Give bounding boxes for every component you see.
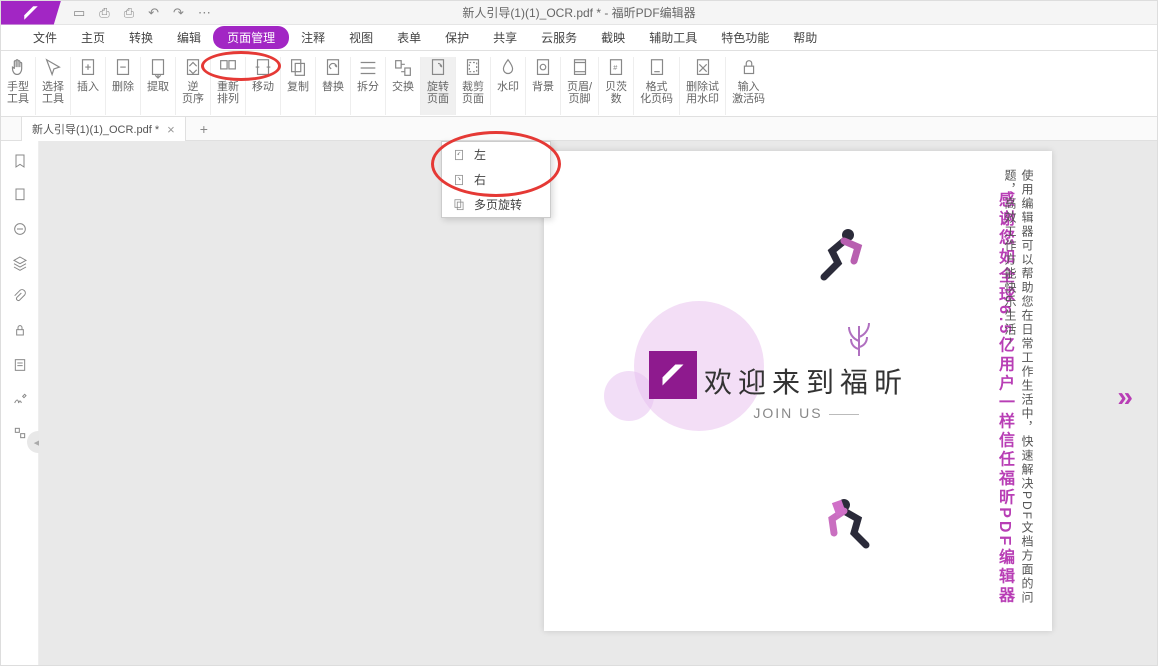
- tool-watermark[interactable]: 水印: [491, 57, 526, 115]
- decorative-circle: [604, 371, 654, 421]
- new-tab-button[interactable]: +: [200, 121, 208, 137]
- document-tabs: 新人引导(1)(1)_OCR.pdf * × +: [1, 117, 1157, 141]
- tool-reverse[interactable]: 逆 页序: [176, 57, 211, 115]
- tool-swap[interactable]: 交换: [386, 57, 421, 115]
- tool-remove-watermark[interactable]: 删除试 用水印: [680, 57, 726, 115]
- welcome-block: 欢迎来到福昕 JOIN US: [704, 361, 908, 421]
- rotate-multi-label: 多页旋转: [474, 196, 522, 213]
- rotate-dropdown: 左 右 多页旋转: [441, 141, 551, 218]
- sidebar: ◀: [1, 141, 39, 665]
- layers-icon[interactable]: [12, 255, 28, 271]
- sub-text: 使用编辑器可以帮助您在日常工作生活中，快速解决PDF文档方面的问题，高效工作方能…: [1002, 169, 1036, 631]
- menu-screenshot[interactable]: 截映: [589, 25, 637, 50]
- tool-select[interactable]: 选择 工具: [36, 57, 71, 115]
- tool-extract[interactable]: 提取: [141, 57, 176, 115]
- rotate-multi-item[interactable]: 多页旋转: [442, 192, 550, 217]
- quick-access-toolbar: ▭ ⎙ ⎙ ↶ ↷ ⋯: [61, 5, 223, 21]
- svg-text:#: #: [613, 63, 618, 72]
- app-logo: [1, 1, 61, 25]
- tool-insert[interactable]: 插入: [71, 57, 106, 115]
- join-us-text: JOIN US: [753, 405, 822, 421]
- menu-page-management[interactable]: 页面管理: [213, 26, 289, 49]
- decorative-line: [829, 414, 859, 415]
- open-icon[interactable]: ▭: [73, 5, 85, 21]
- next-page-button[interactable]: »: [1117, 381, 1127, 413]
- tool-replace[interactable]: 替换: [316, 57, 351, 115]
- menu-comment[interactable]: 注释: [289, 25, 337, 50]
- tool-background[interactable]: 背景: [526, 57, 561, 115]
- attachments-icon[interactable]: [12, 289, 28, 305]
- tool-move[interactable]: 移动: [246, 57, 281, 115]
- running-person-illustration: [804, 221, 874, 296]
- tool-bates[interactable]: #贝茨 数: [599, 57, 634, 115]
- tool-rotate[interactable]: 旋转 页面: [421, 57, 456, 115]
- menu-view[interactable]: 视图: [337, 25, 385, 50]
- more-icon[interactable]: ⋯: [198, 5, 211, 21]
- ribbon: 手型 工具 选择 工具 插入 删除 提取 逆 页序 重新 排列 移动 复制 替换…: [1, 51, 1157, 117]
- menu-form[interactable]: 表单: [385, 25, 433, 50]
- rotate-left-label: 左: [474, 146, 486, 163]
- menu-file[interactable]: 文件: [21, 25, 69, 50]
- menu-tools[interactable]: 辅助工具: [637, 25, 709, 50]
- menu-help[interactable]: 帮助: [781, 25, 829, 50]
- redo-icon[interactable]: ↷: [173, 5, 184, 21]
- menu-protect[interactable]: 保护: [433, 25, 481, 50]
- security-icon[interactable]: [12, 323, 28, 339]
- pages-icon[interactable]: [12, 187, 28, 203]
- canvas[interactable]: 欢迎来到福昕 JOIN US 感谢您如全球6.5亿用户一样信任福昕PDF编辑器 …: [39, 141, 1157, 665]
- print-icon[interactable]: ⎙: [124, 5, 134, 21]
- tool-duplicate[interactable]: 复制: [281, 57, 316, 115]
- menu-convert[interactable]: 转换: [117, 25, 165, 50]
- tool-hand[interactable]: 手型 工具: [1, 57, 36, 115]
- welcome-heading: 欢迎来到福昕: [704, 361, 908, 401]
- menu-features[interactable]: 特色功能: [709, 25, 781, 50]
- undo-icon[interactable]: ↶: [148, 5, 159, 21]
- tool-crop[interactable]: 裁剪 页面: [456, 57, 491, 115]
- close-tab-icon[interactable]: ×: [167, 122, 175, 137]
- tool-format-pagenum[interactable]: 格式 化页码: [634, 57, 680, 115]
- save-icon[interactable]: ⎙: [99, 5, 109, 21]
- menubar: 文件 主页 转换 编辑 页面管理 注释 视图 表单 保护 共享 云服务 截映 辅…: [1, 25, 1157, 51]
- running-person-illustration: [814, 491, 884, 566]
- menu-home[interactable]: 主页: [69, 25, 117, 50]
- rotate-right-label: 右: [474, 171, 486, 188]
- menu-edit[interactable]: 编辑: [165, 25, 213, 50]
- tool-header-footer[interactable]: 页眉/ 页脚: [561, 57, 599, 115]
- tool-split[interactable]: 拆分: [351, 57, 386, 115]
- rotate-left-item[interactable]: 左: [442, 142, 550, 167]
- bookmark-icon[interactable]: [12, 153, 28, 169]
- workspace: ◀ 欢迎来到福昕 JOIN US 感谢您如全球6.5亿用户一样信任福昕PDF编辑…: [1, 141, 1157, 665]
- signature-icon[interactable]: [12, 391, 28, 407]
- rotate-right-item[interactable]: 右: [442, 167, 550, 192]
- foxit-logo: [649, 351, 697, 399]
- titlebar: ▭ ⎙ ⎙ ↶ ↷ ⋯ 新人引导(1)(1)_OCR.pdf * - 福昕PDF…: [1, 1, 1157, 25]
- menu-cloud[interactable]: 云服务: [529, 25, 589, 50]
- leaf-icon: [834, 311, 884, 366]
- menu-share[interactable]: 共享: [481, 25, 529, 50]
- tool-delete[interactable]: 删除: [106, 57, 141, 115]
- more-panels-icon[interactable]: [12, 425, 28, 441]
- comments-icon[interactable]: [12, 221, 28, 237]
- document-tab[interactable]: 新人引导(1)(1)_OCR.pdf * ×: [21, 116, 186, 141]
- tool-activation[interactable]: 输入 激活码: [726, 57, 771, 115]
- form-icon[interactable]: [12, 357, 28, 373]
- tab-title: 新人引导(1)(1)_OCR.pdf *: [32, 121, 159, 137]
- tool-rearrange[interactable]: 重新 排列: [211, 57, 246, 115]
- pdf-page: 欢迎来到福昕 JOIN US 感谢您如全球6.5亿用户一样信任福昕PDF编辑器 …: [544, 151, 1052, 631]
